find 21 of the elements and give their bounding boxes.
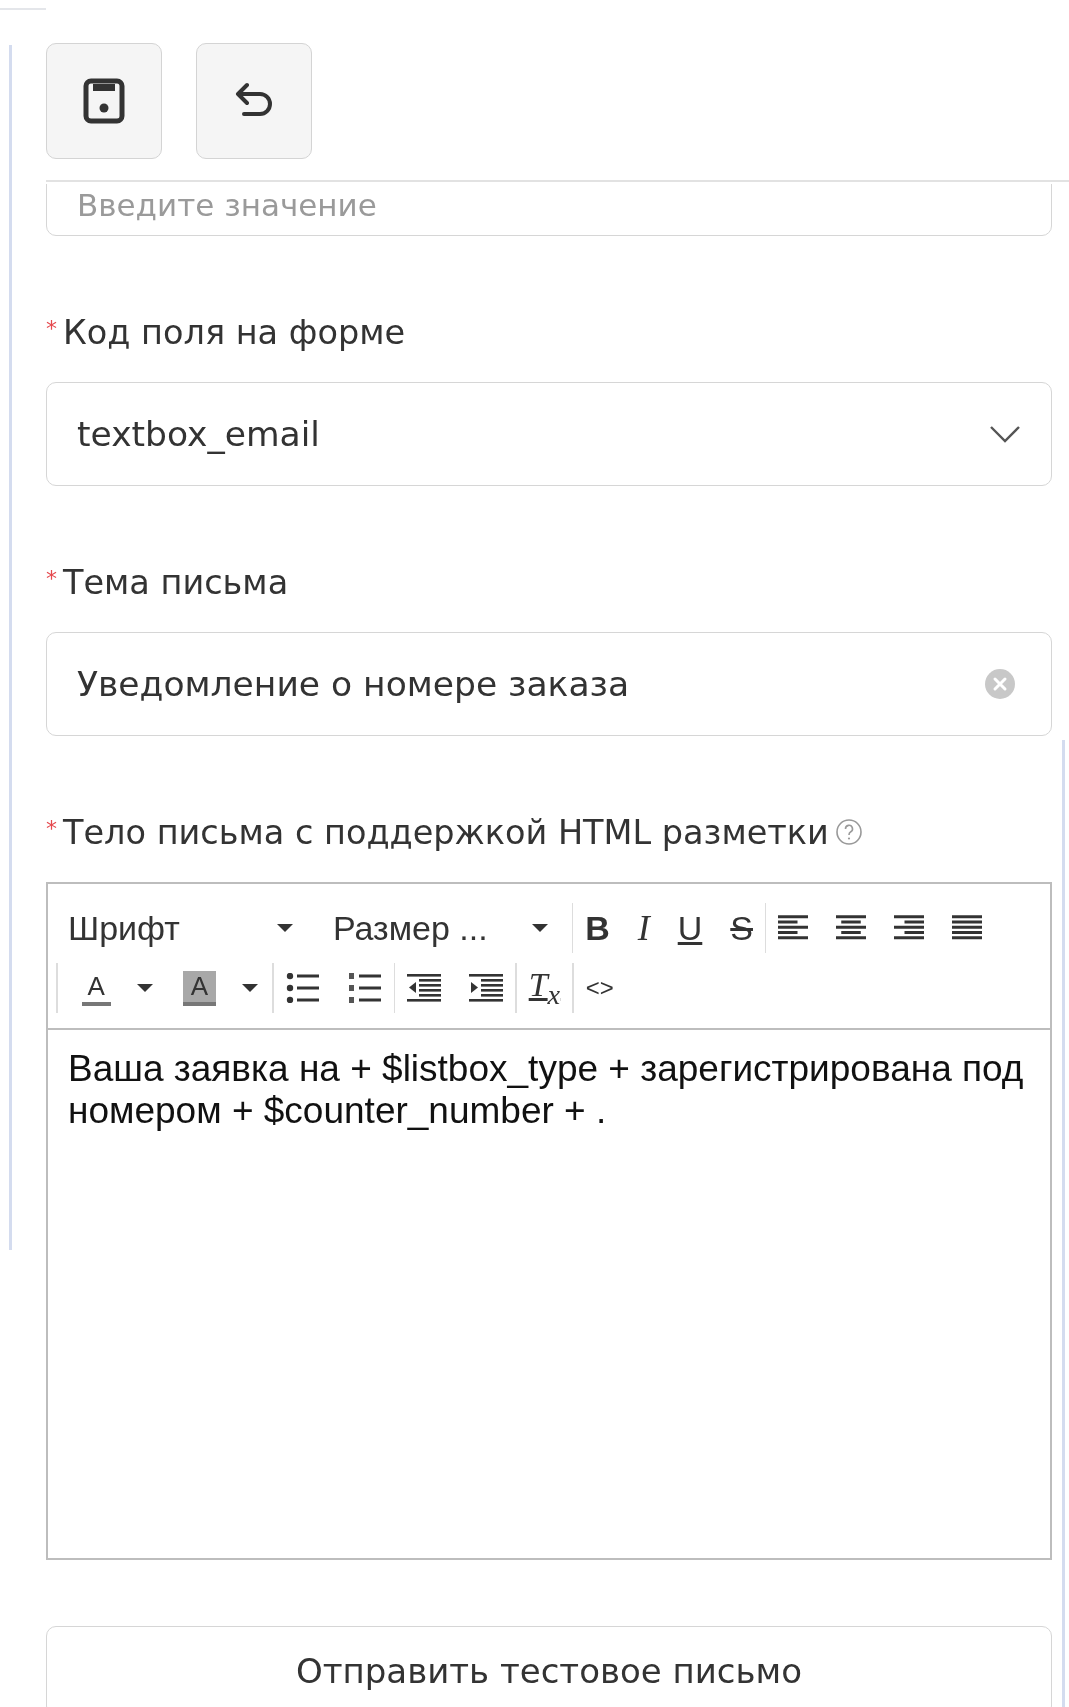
select-field[interactable]: textbox_email <box>46 382 1052 486</box>
italic-button[interactable]: I <box>637 907 650 949</box>
required-asterisk: * <box>46 566 57 591</box>
required-asterisk: * <box>46 316 57 341</box>
dropdown-button[interactable]: Размер ... <box>333 908 488 948</box>
text-field[interactable]: Введите значение <box>46 184 1052 236</box>
underline-button[interactable]: U <box>677 908 703 948</box>
source-code-button[interactable]: <> <box>585 974 614 1002</box>
highlight-color-button[interactable]: A <box>182 970 217 1006</box>
dropdown-button[interactable]: Шрифт <box>68 908 233 948</box>
strikethrough-button[interactable]: S <box>730 908 753 948</box>
text-color-button[interactable]: A <box>81 970 111 1006</box>
bold-button[interactable]: B <box>585 908 610 948</box>
required-asterisk: * <box>46 816 57 841</box>
clear-format-button[interactable]: T$_{x}$ <box>528 965 561 1011</box>
field-label: Код поля на форме <box>63 312 406 352</box>
send-test-email-button[interactable]: Отправить тестовое письмо <box>46 1626 1052 1707</box>
field-label: Тема письма <box>63 562 289 602</box>
field-label: Тело письма с поддержкой HTML разметки <box>63 812 829 852</box>
text-field[interactable]: Уведомление о номере заказа <box>46 632 1052 736</box>
editor-text[interactable]: Ваша заявка на + $listbox_type + зарегистрирована под номером + $counter_number + . <box>48 1030 1050 1558</box>
